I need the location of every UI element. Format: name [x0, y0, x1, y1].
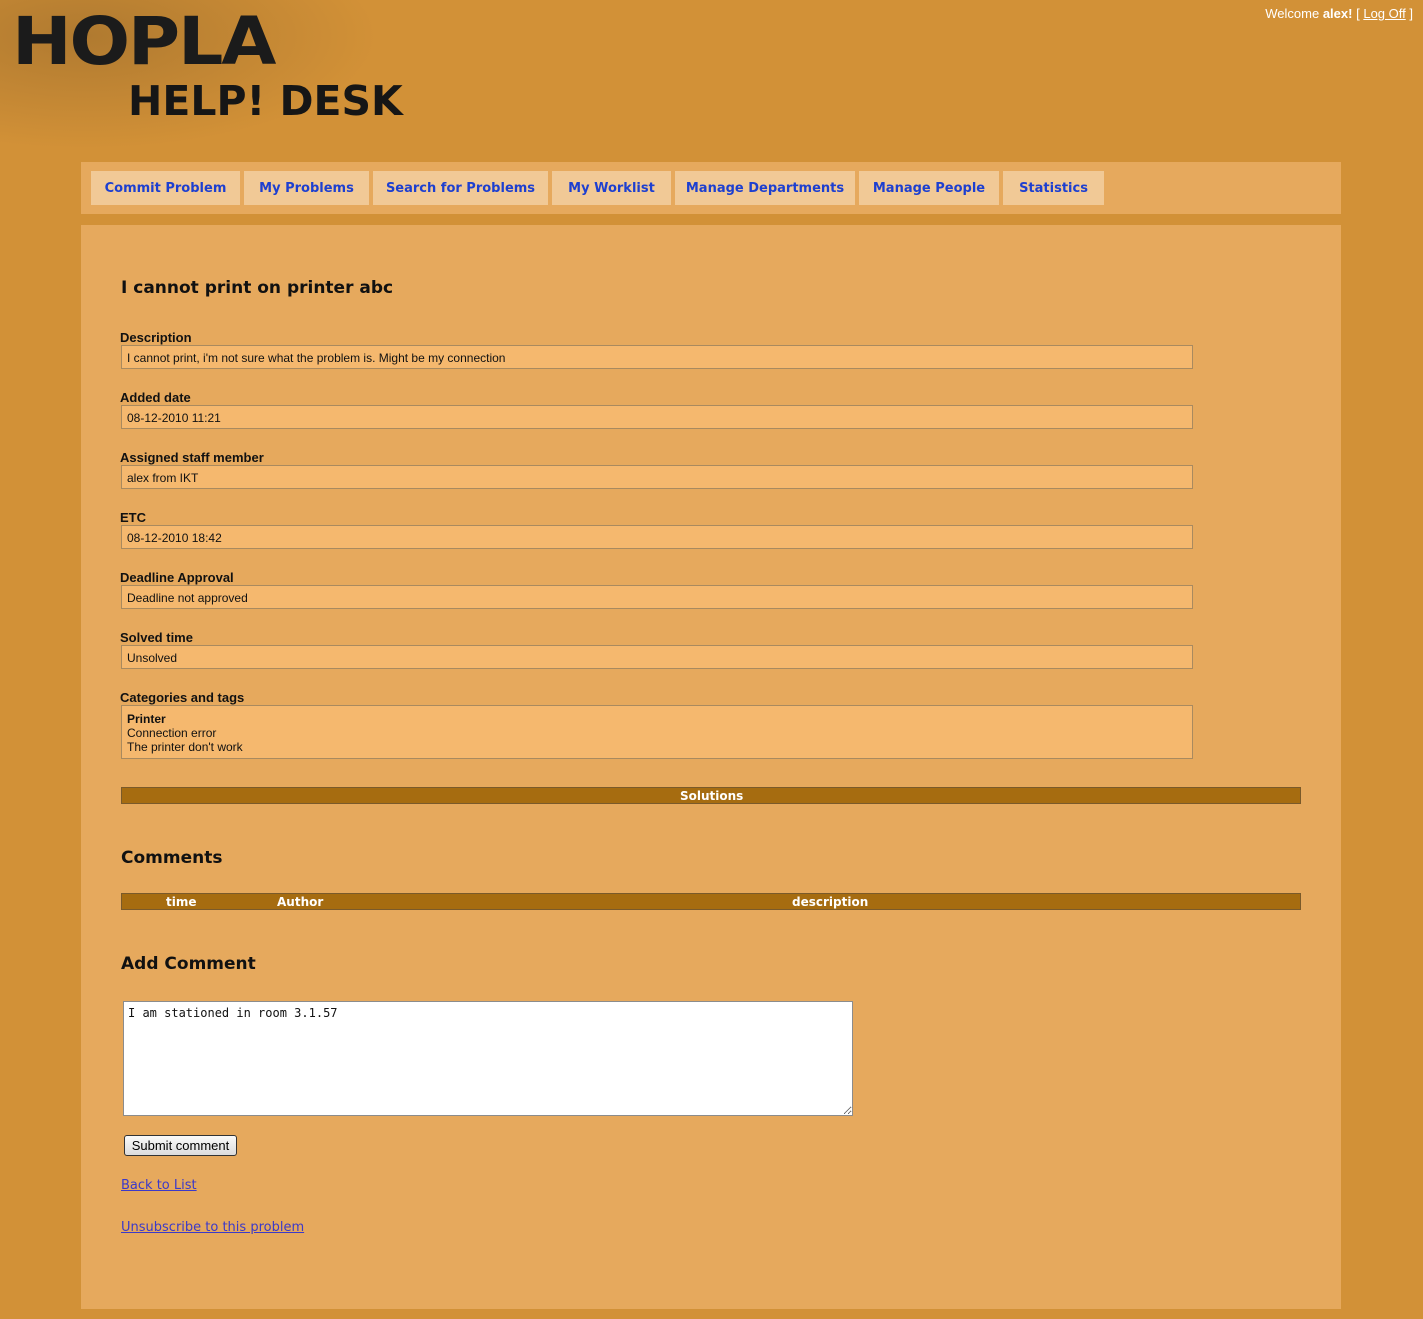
- main-menu: Commit Problem My Problems Search for Pr…: [81, 162, 1341, 214]
- comments-table-header: time Author description: [121, 893, 1301, 910]
- logo-hopla: HOPLA: [12, 3, 276, 80]
- bracket-close: ]: [1409, 6, 1413, 21]
- solutions-header-label: Solutions: [680, 789, 744, 803]
- menu-my-worklist[interactable]: My Worklist: [552, 171, 671, 205]
- menu-manage-people[interactable]: Manage People: [859, 171, 999, 205]
- solutions-header: Solutions: [121, 787, 1301, 804]
- etc-label: ETC: [120, 510, 146, 525]
- tag-item: Connection error: [127, 726, 217, 740]
- problem-title: I cannot print on printer abc: [121, 278, 394, 298]
- assigned-staff-label: Assigned staff member: [120, 450, 264, 465]
- add-comment-heading: Add Comment: [121, 954, 256, 974]
- column-header-description: description: [792, 895, 869, 909]
- logoff-link[interactable]: Log Off: [1363, 6, 1405, 21]
- menu-search-problems[interactable]: Search for Problems: [373, 171, 548, 205]
- deadline-approval-value: Deadline not approved: [121, 585, 1193, 609]
- menu-commit-problem[interactable]: Commit Problem: [91, 171, 240, 205]
- main-content: I cannot print on printer abc Descriptio…: [81, 225, 1341, 1309]
- solved-time-value: Unsolved: [121, 645, 1193, 669]
- solved-time-label: Solved time: [120, 630, 193, 645]
- description-value: I cannot print, i'm not sure what the pr…: [121, 345, 1193, 369]
- assigned-staff-value: alex from IKT: [121, 465, 1193, 489]
- menu-my-problems[interactable]: My Problems: [244, 171, 369, 205]
- header: HOPLA HELP! DESK Welcome alex! [ Log Off…: [0, 0, 1423, 160]
- description-label: Description: [120, 330, 192, 345]
- comment-textarea[interactable]: I am stationed in room 3.1.57: [123, 1001, 853, 1116]
- unsubscribe-link[interactable]: Unsubscribe to this problem: [121, 1220, 304, 1235]
- comments-heading: Comments: [121, 848, 223, 868]
- etc-value: 08-12-2010 18:42: [121, 525, 1193, 549]
- tag-item: The printer don't work: [127, 740, 243, 754]
- categories-label: Categories and tags: [120, 690, 245, 705]
- logo-helpdesk: HELP! DESK: [128, 77, 403, 125]
- welcome-text: Welcome alex! [ Log Off ]: [1265, 6, 1413, 21]
- deadline-approval-label: Deadline Approval: [120, 570, 234, 585]
- welcome-prefix: Welcome: [1265, 6, 1320, 21]
- column-header-time: time: [166, 895, 197, 909]
- username: alex!: [1322, 6, 1353, 21]
- back-to-list-link[interactable]: Back to List: [121, 1178, 197, 1193]
- added-date-value: 08-12-2010 11:21: [121, 405, 1193, 429]
- categories-box: Printer Connection error The printer don…: [121, 705, 1193, 759]
- submit-comment-button[interactable]: Submit comment: [124, 1135, 237, 1156]
- column-header-author: Author: [277, 895, 324, 909]
- menu-manage-departments[interactable]: Manage Departments: [675, 171, 855, 205]
- bracket-open: [: [1356, 6, 1360, 21]
- added-date-label: Added date: [120, 390, 191, 405]
- category-name: Printer: [127, 712, 166, 726]
- menu-statistics[interactable]: Statistics: [1003, 171, 1104, 205]
